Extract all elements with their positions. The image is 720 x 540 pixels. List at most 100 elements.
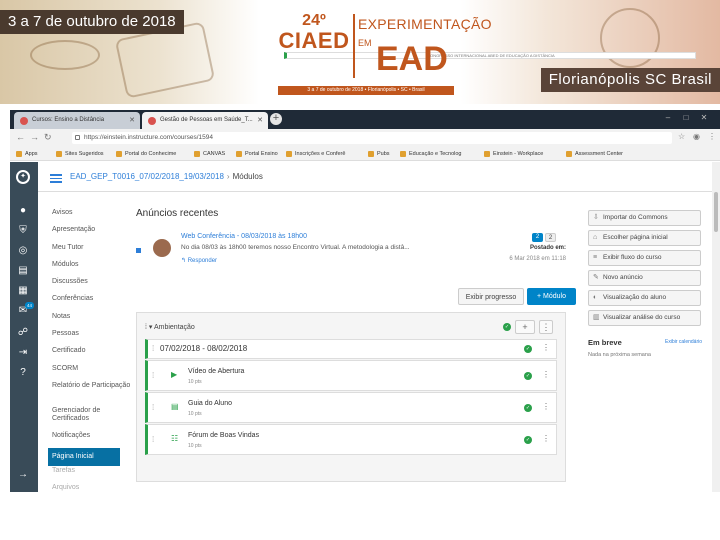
view-calendar-link[interactable]: Exibir calendário <box>665 339 702 345</box>
published-check-icon[interactable]: ✓ <box>524 404 532 412</box>
back-icon[interactable]: ← <box>16 132 25 142</box>
module-item[interactable]: ⁞ ☷ Fórum de Boas Vindas 10 pts ✓ ⋮ <box>145 424 557 455</box>
dashboard-icon[interactable]: ◎ <box>16 244 30 258</box>
new-tab-icon[interactable]: + <box>270 113 282 125</box>
collapse-nav-icon[interactable]: → <box>16 468 30 482</box>
bookmark-item[interactable]: Inscrições e Conferê <box>286 149 345 159</box>
course-nav-certificado[interactable]: Certificado <box>52 346 132 363</box>
announcement-title[interactable]: Web Conferência - 08/03/2018 às 18h00 <box>181 233 307 240</box>
page-icon: ▤ <box>171 402 179 411</box>
new-announcement-button[interactable]: ✎ Novo anúncio <box>588 270 701 286</box>
url-text: https://einstein.instructure.com/courses… <box>84 134 213 141</box>
commons-icon[interactable]: ☍ <box>16 326 30 340</box>
drag-handle-icon[interactable]: ⁞ ▾ <box>145 324 154 331</box>
item-name[interactable]: Fórum de Boas Vindas <box>188 432 259 439</box>
item-options-icon[interactable]: ⋮ <box>542 434 550 443</box>
choose-home-button[interactable]: ⌂ Escolher página inicial <box>588 230 701 246</box>
breadcrumb-course[interactable]: EAD_GEP_T0016_07/02/2018_19/03/2018 <box>70 172 224 181</box>
student-view-button[interactable]: ◐ Visualização do aluno <box>588 290 701 306</box>
bookmark-apps[interactable]: Apps <box>16 149 38 159</box>
published-check-icon[interactable]: ✓ <box>524 372 532 380</box>
module-item[interactable]: ⁞ ▶ Vídeo de Abertura 10 pts ✓ ⋮ <box>145 360 557 391</box>
global-navigation: ✦ ● ⛨ ◎ ▤ ▦ ✉ 44 ☍ ⇥ ? → <box>10 162 38 492</box>
course-nav-notificacoes[interactable]: Notificações <box>52 431 132 448</box>
item-name[interactable]: Guia do Aluno <box>188 400 232 407</box>
course-stream-button[interactable]: ≡ Exibir fluxo do curso <box>588 250 701 266</box>
course-nav-discussoes[interactable]: Discussões <box>52 277 132 294</box>
reload-icon[interactable]: ↻ <box>44 132 52 143</box>
import-commons-button[interactable]: ⇩ Importar do Commons <box>588 210 701 226</box>
event-banner: 3 a 7 de outubro de 2018 24º CIAED CONGR… <box>0 0 720 104</box>
help-icon[interactable]: ? <box>16 366 30 380</box>
bookmark-item[interactable]: Portal do Conhecime <box>116 149 176 159</box>
bookmark-item[interactable]: Pubs <box>368 149 390 159</box>
forward-icon[interactable]: → <box>30 132 39 142</box>
add-module-button[interactable]: + Módulo <box>527 288 576 305</box>
close-tab-icon[interactable]: ✕ <box>129 112 135 129</box>
course-nav-relatorio[interactable]: Relatório de Participação <box>52 381 132 406</box>
view-progress-button[interactable]: Exibir progresso <box>458 288 524 305</box>
maximize-icon[interactable]: □ <box>680 113 692 123</box>
module-options-icon[interactable]: ⋮ <box>539 320 553 334</box>
minimize-icon[interactable]: – <box>662 113 674 123</box>
tab-cursos[interactable]: Cursos: Ensino a Distância ✕ <box>14 112 140 129</box>
course-analytics-button[interactable]: ▥ Visualizar análise do curso <box>588 310 701 326</box>
close-window-icon[interactable]: ✕ <box>698 113 710 123</box>
course-nav-avisos[interactable]: Avisos <box>52 208 132 225</box>
page-scrollbar[interactable] <box>712 162 720 492</box>
bookmark-item[interactable]: Assessment Center <box>566 149 623 159</box>
discussion-icon: ☷ <box>171 434 179 443</box>
published-check-icon[interactable]: ✓ <box>524 345 532 353</box>
course-nav-modulos[interactable]: Módulos <box>52 260 132 277</box>
drag-handle-icon[interactable]: ⁞ <box>152 371 154 380</box>
announcement-item[interactable]: Web Conferência - 08/03/2018 às 18h00 No… <box>136 226 566 268</box>
add-item-button[interactable]: + <box>515 320 535 334</box>
item-options-icon[interactable]: ⋮ <box>542 370 550 379</box>
folder-icon <box>236 151 242 157</box>
close-tab-icon[interactable]: ✕ <box>257 112 263 129</box>
canvas-logo-icon[interactable]: ✦ <box>16 170 30 184</box>
bookmark-star-icon[interactable]: ☆ <box>678 132 685 141</box>
module-item[interactable]: ⁞ ▤ Guia do Aluno 10 pts ✓ ⋮ <box>145 392 557 423</box>
bookmark-item[interactable]: Einstein - Workplace <box>484 149 543 159</box>
course-nav-notas[interactable]: Notas <box>52 312 132 329</box>
admin-icon[interactable]: ⛨ <box>16 224 30 238</box>
course-nav-arquivos[interactable]: Arquivos <box>52 483 132 492</box>
scrollbar-thumb[interactable] <box>714 192 718 232</box>
url-input[interactable]: https://einstein.instructure.com/courses… <box>72 132 672 144</box>
submodule-header[interactable]: ⁞ 07/02/2018 - 08/02/2018 ✓ ⋮ <box>145 339 557 359</box>
calendar-icon[interactable]: ▦ <box>16 284 30 298</box>
course-nav-apresentacao[interactable]: Apresentação <box>52 225 132 242</box>
bookmark-item[interactable]: Educação e Tecnolog <box>400 149 462 159</box>
module-header[interactable]: ⁞ ▾ Ambientação <box>145 323 195 331</box>
bookmark-item[interactable]: Sites Sugeridos <box>56 149 104 159</box>
bookmark-item[interactable]: Portal Ensino <box>236 149 278 159</box>
course-nav-meu-tutor[interactable]: Meu Tutor <box>52 243 132 260</box>
tab-gestao[interactable]: Gestão de Pessoas em Saúde_T... ✕ <box>142 112 268 129</box>
extension-icon[interactable]: ◉ <box>693 132 700 141</box>
drag-handle-icon[interactable]: ⁞ <box>152 403 154 412</box>
drag-handle-icon[interactable]: ⁞ <box>152 435 154 444</box>
course-nav-gerenciador[interactable]: Gerenciador de Certificados <box>52 406 132 431</box>
course-nav-pessoas[interactable]: Pessoas <box>52 329 132 346</box>
course-nav-conferencias[interactable]: Conferências <box>52 294 132 311</box>
item-name[interactable]: Vídeo de Abertura <box>188 368 244 375</box>
published-check-icon[interactable]: ✓ <box>503 323 511 331</box>
submodule-options-icon[interactable]: ⋮ <box>542 343 550 352</box>
bookmark-item[interactable]: CANVAS <box>194 149 225 159</box>
course-nav-pagina-inicial[interactable]: Página Inicial <box>48 448 120 466</box>
published-check-icon[interactable]: ✓ <box>524 436 532 444</box>
courses-icon[interactable]: ▤ <box>16 264 30 278</box>
reply-link[interactable]: ↰ Responder <box>181 257 217 264</box>
menu-icon[interactable]: ⋮ <box>708 132 716 141</box>
course-nav-tarefas[interactable]: Tarefas <box>52 466 132 483</box>
hamburger-menu-icon[interactable] <box>50 174 62 183</box>
drag-handle-icon[interactable]: ⁞ <box>152 344 154 353</box>
course-nav-scorm[interactable]: SCORM <box>52 364 132 381</box>
item-options-icon[interactable]: ⋮ <box>542 402 550 411</box>
item-points: 10 pts <box>188 443 202 449</box>
logout-icon[interactable]: ⇥ <box>16 346 30 360</box>
video-icon: ▶ <box>171 370 178 379</box>
avatar <box>153 239 171 257</box>
account-icon[interactable]: ● <box>16 204 30 218</box>
